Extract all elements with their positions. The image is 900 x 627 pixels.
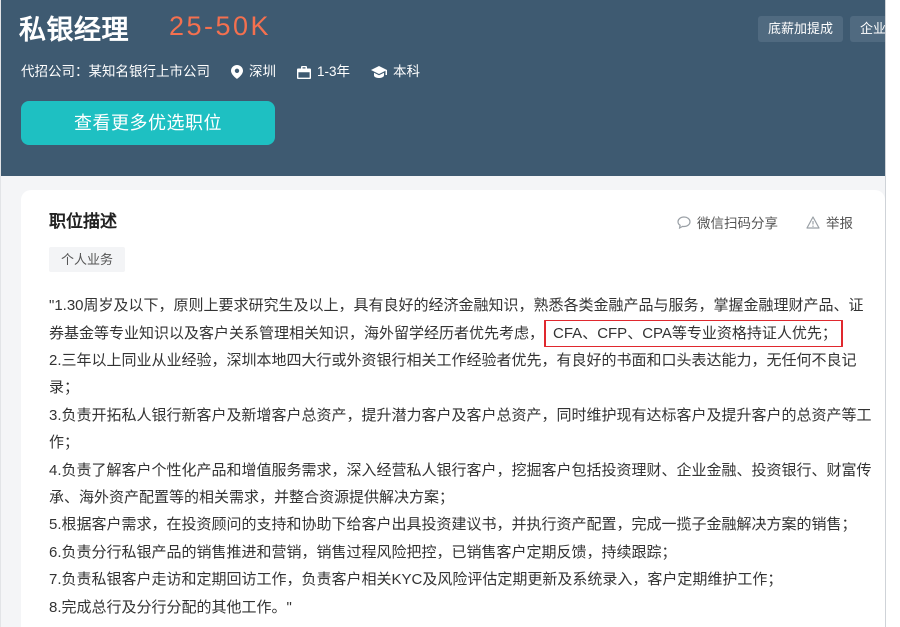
job-education: 本科 bbox=[371, 63, 420, 81]
chat-bubble-icon bbox=[677, 215, 691, 229]
job-meta-row: 代招公司： 某知名银行上市公司 深圳 1-3年 本科 bbox=[21, 63, 420, 81]
report-label: 举报 bbox=[826, 216, 853, 231]
share-label: 微信扫码分享 bbox=[697, 216, 778, 231]
location-pin-icon bbox=[231, 65, 243, 79]
education-text: 本科 bbox=[393, 64, 421, 79]
description-line: 券基金等专业知识以及客户关系管理相关知识，海外留学经历者优先考虑， CFA、CFP… bbox=[49, 319, 879, 348]
description-line: 3.负责开拓私人银行新客户及新增客户总资产，提升潜力客户及客户总资产，同时维护现… bbox=[49, 406, 872, 424]
description-line: 作； bbox=[49, 434, 80, 452]
job-detail-page: 私银经理 25-50K 底薪加提成 企业 代招公司： 某知名银行上市公司 深圳 1… bbox=[0, 0, 886, 627]
location-text: 深圳 bbox=[249, 64, 276, 79]
warning-icon bbox=[806, 215, 820, 229]
job-description-card: 职位描述 微信扫码分享 举报 个人业务 "1.30周岁及以下，原则上要求研究生及… bbox=[21, 190, 885, 627]
description-line: 录； bbox=[49, 379, 80, 397]
experience-text: 1-3年 bbox=[317, 64, 351, 79]
company-name: 某知名银行上市公司 bbox=[88, 64, 211, 79]
description-line: "1.30周岁及以下，原则上要求研究生及以上，具有良好的经济金融知识，熟悉各类金… bbox=[49, 297, 864, 315]
description-line-text: 券基金等专业知识以及客户关系管理相关知识，海外留学经历者优先考虑， bbox=[49, 324, 545, 342]
wechat-share-link[interactable]: 微信扫码分享 bbox=[677, 212, 778, 232]
benefit-tags: 底薪加提成 企业 bbox=[758, 16, 885, 42]
job-location: 深圳 bbox=[231, 63, 276, 81]
description-line: 5.根据客户需求，在投资顾问的支持和协助下给客户出具投资建议书，并执行资产配置，… bbox=[49, 516, 857, 534]
category-tag: 个人业务 bbox=[49, 247, 126, 272]
benefit-tag: 底薪加提成 bbox=[758, 16, 844, 42]
graduation-cap-icon bbox=[371, 66, 388, 78]
description-line: 承、海外资产配置等的相关需求，并整合资源提供解决方案； bbox=[49, 489, 455, 507]
description-line: 2.三年以上同业从业经验，深圳本地四大行或外资银行相关工作经验者优先，有良好的书… bbox=[49, 352, 857, 370]
salary-range: 25-50K bbox=[169, 11, 272, 41]
more-jobs-button[interactable]: 查看更多优选职位 bbox=[21, 101, 275, 145]
section-title: 职位描述 bbox=[49, 212, 117, 231]
job-header: 私银经理 25-50K 底薪加提成 企业 代招公司： 某知名银行上市公司 深圳 1… bbox=[1, 0, 885, 176]
highlighted-requirement: CFA、CFP、CPA等专业资格持证人优先； bbox=[544, 319, 843, 348]
briefcase-icon bbox=[297, 65, 311, 79]
report-link[interactable]: 举报 bbox=[806, 212, 853, 232]
job-experience: 1-3年 bbox=[297, 63, 350, 81]
company-label: 代招公司： bbox=[21, 64, 89, 79]
description-line: 4.负责了解客户个性化产品和增值服务需求，深入经营私人银行客户，挖掘客户包括投资… bbox=[49, 461, 872, 479]
description-line: 8.完成总行及分行分配的其他工作。" bbox=[49, 598, 292, 616]
benefit-tag: 企业 bbox=[850, 16, 885, 42]
description-line: 6.负责分行私银产品的销售推进和营销，销售过程风险把控，已销售客户定期反馈，持续… bbox=[49, 543, 677, 561]
job-title: 私银经理 bbox=[19, 15, 129, 45]
description-line: 7.负责私银客户走访和定期回访工作，负责客户相关KYC及风险评估定期更新及系统录… bbox=[49, 571, 783, 589]
job-description-text: "1.30周岁及以下，原则上要求研究生及以上，具有良好的经济金融知识，熟悉各类金… bbox=[49, 292, 879, 621]
